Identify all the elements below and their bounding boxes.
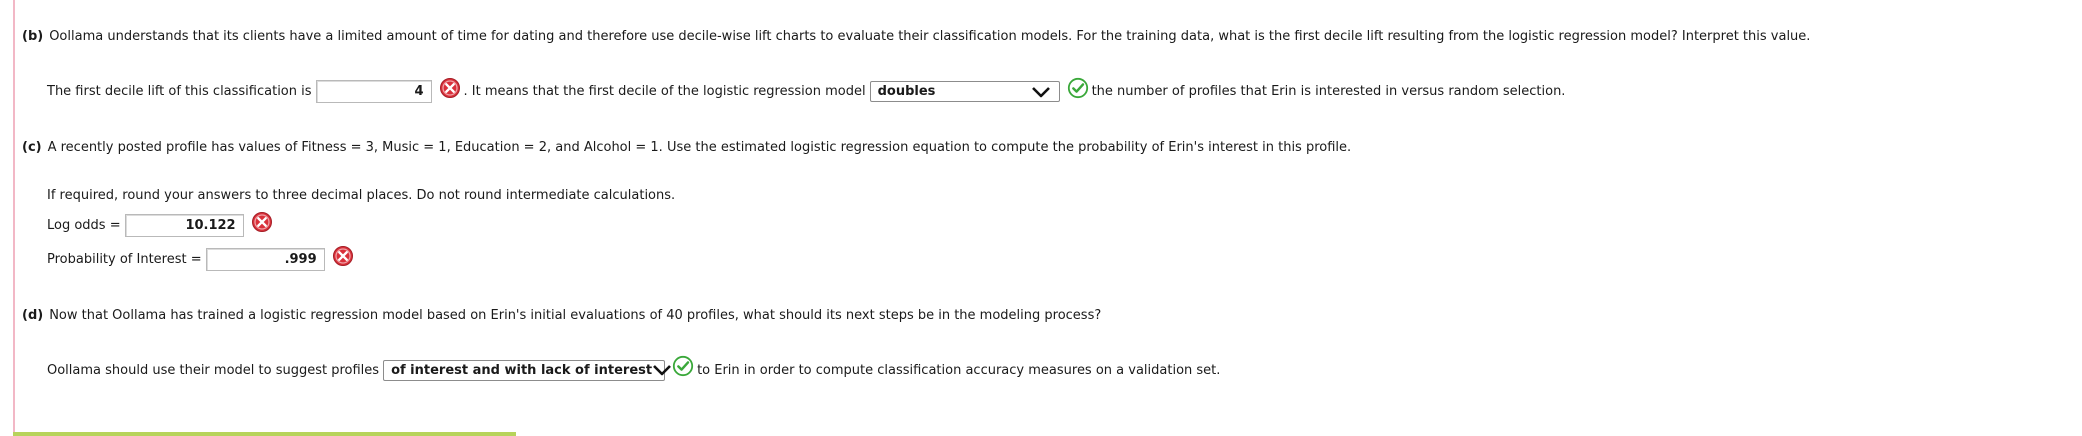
progress-bar-accent xyxy=(13,432,516,436)
incorrect-x-circle-icon xyxy=(251,211,273,233)
question-b-label: (b) xyxy=(22,29,44,44)
incorrect-x-circle-icon xyxy=(332,245,354,267)
log-odds-row: Log odds = 10.122 xyxy=(47,211,276,237)
probability-input[interactable]: .999 xyxy=(205,248,325,271)
correct-check-circle-icon xyxy=(672,355,694,377)
next-steps-prefix-text: Oollama should use their model to sugges… xyxy=(47,362,380,378)
chevron-down-icon xyxy=(652,364,672,376)
answer-b-row: The first decile lift of this classifica… xyxy=(47,77,1566,103)
question-b: (b) Oollama understands that its clients… xyxy=(22,29,1810,44)
question-d: (d) Now that Oollama has trained a logis… xyxy=(22,308,1101,323)
log-odds-label: Log odds = xyxy=(47,218,121,233)
answer-d-row: Oollama should use their model to sugges… xyxy=(47,355,1221,381)
rounding-instruction-text: If required, round your answers to three… xyxy=(47,188,676,203)
correct-check-circle-icon xyxy=(1067,77,1089,99)
lift-interpretation-select[interactable]: doubles xyxy=(869,81,1060,102)
question-d-text: Now that Oollama has trained a logistic … xyxy=(49,308,1102,323)
incorrect-x-circle-icon xyxy=(439,77,461,99)
lift-interpretation-value: doubles xyxy=(877,84,936,99)
log-odds-input[interactable]: 10.122 xyxy=(124,214,244,237)
lift-suffix-text: the number of profiles that Erin is inte… xyxy=(1091,84,1566,99)
next-steps-value: of interest and with lack of interest xyxy=(391,362,653,378)
lift-prefix-text: The first decile lift of this classifica… xyxy=(47,84,312,99)
lift-input[interactable]: 4 xyxy=(315,80,432,103)
question-d-label: (d) xyxy=(22,308,44,323)
rounding-instruction: If required, round your answers to three… xyxy=(47,188,675,203)
probability-row: Probability of Interest = .999 xyxy=(47,245,357,271)
chevron-down-icon xyxy=(1031,86,1051,98)
question-c: (c) A recently posted profile has values… xyxy=(22,140,1351,155)
next-steps-select[interactable]: of interest and with lack of interest xyxy=(383,359,672,381)
question-c-text: A recently posted profile has values of … xyxy=(47,140,1352,155)
lift-middle-text: . It means that the first decile of the … xyxy=(463,84,866,99)
left-border xyxy=(13,0,15,436)
question-c-label: (c) xyxy=(22,140,42,155)
next-steps-suffix-text: to Erin in order to compute classificati… xyxy=(697,362,1221,378)
question-b-text: Oollama understands that its clients hav… xyxy=(49,29,1811,44)
probability-label: Probability of Interest = xyxy=(47,252,202,267)
